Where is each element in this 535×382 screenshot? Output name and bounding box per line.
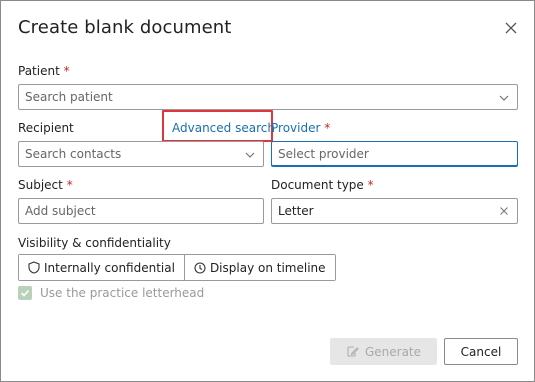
letterhead-checkbox[interactable] (18, 286, 32, 300)
display-on-timeline-label: Display on timeline (209, 260, 326, 275)
create-document-dialog: Create blank document Patient * Search p… (0, 0, 535, 382)
letterhead-label: Use the practice letterhead (40, 286, 205, 300)
document-type-label-text: Document type (271, 178, 364, 192)
provider-placeholder: Select provider (278, 147, 369, 161)
close-icon[interactable] (503, 20, 519, 36)
subject-placeholder: Add subject (25, 204, 96, 218)
display-on-timeline-toggle[interactable]: Display on timeline (183, 255, 335, 280)
clock-icon (194, 261, 206, 274)
patient-label: Patient * (18, 64, 70, 78)
required-mark: * (324, 121, 331, 135)
provider-label: Provider * (271, 121, 330, 135)
subject-input[interactable]: Add subject (18, 198, 264, 224)
document-type-label: Document type * (271, 178, 374, 192)
subject-label-text: Subject (18, 178, 63, 192)
required-mark: * (66, 178, 73, 192)
generate-label: Generate (364, 344, 422, 359)
visibility-label: Visibility & confidentiality (18, 236, 171, 250)
patient-search-input[interactable]: Search patient (18, 84, 518, 110)
document-type-value: Letter (278, 204, 314, 218)
provider-select[interactable]: Select provider (271, 141, 518, 167)
subject-label: Subject * (18, 178, 73, 192)
letterhead-option: Use the practice letterhead (18, 286, 204, 300)
required-mark: * (367, 178, 374, 192)
provider-label-text: Provider (271, 121, 321, 135)
checkmark-icon (20, 289, 30, 297)
cancel-button[interactable]: Cancel (444, 338, 518, 365)
chevron-down-icon[interactable] (245, 150, 255, 160)
clear-icon[interactable] (499, 206, 509, 216)
recipient-search-input[interactable]: Search contacts (18, 141, 264, 167)
shield-icon (28, 261, 40, 274)
edit-document-icon (347, 346, 359, 357)
patient-label-text: Patient (18, 64, 60, 78)
generate-button[interactable]: Generate (330, 338, 437, 365)
recipient-label: Recipient (18, 121, 74, 135)
recipient-placeholder: Search contacts (25, 147, 122, 161)
internally-confidential-toggle[interactable]: Internally confidential (19, 255, 184, 280)
required-mark: * (63, 64, 70, 78)
advanced-search-link[interactable]: Advanced search (172, 121, 275, 135)
internally-confidential-label: Internally confidential (44, 260, 175, 275)
visibility-toggle-group: Internally confidential Display on timel… (18, 254, 336, 281)
document-type-select[interactable]: Letter (271, 198, 518, 224)
patient-placeholder: Search patient (25, 90, 113, 104)
chevron-down-icon[interactable] (499, 93, 509, 103)
dialog-title: Create blank document (18, 17, 232, 38)
